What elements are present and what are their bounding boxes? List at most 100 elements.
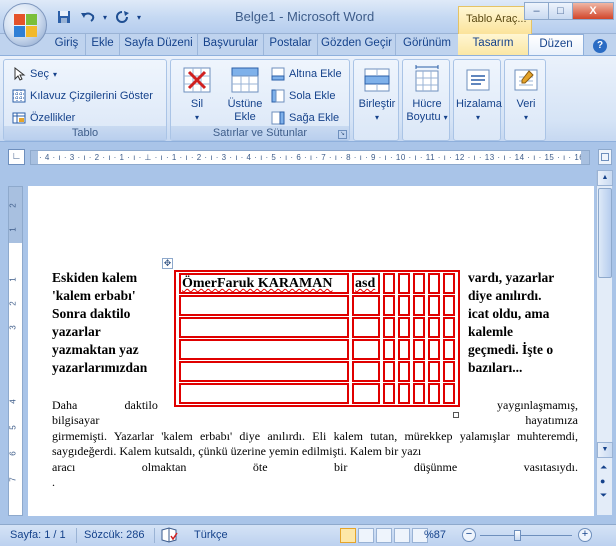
undo-dropdown[interactable]: ▾ <box>103 13 107 22</box>
table-cell[interactable] <box>428 361 440 382</box>
table-cell[interactable] <box>383 339 395 360</box>
view-ruler-button[interactable] <box>598 149 612 165</box>
table-cell[interactable] <box>398 339 410 360</box>
status-divider <box>154 528 155 543</box>
browse-object-button[interactable]: ● <box>600 476 605 486</box>
tab-gorunum[interactable]: Görünüm <box>396 34 458 55</box>
next-page-button[interactable]: ⏷ <box>600 490 607 501</box>
word-table[interactable]: ÖmerFaruk KARAMAN asd <box>174 270 460 407</box>
outline-view-icon[interactable] <box>394 528 410 543</box>
alignment-button[interactable]: Hizalama ▾ <box>456 62 502 124</box>
table-cell[interactable] <box>398 361 410 382</box>
table-cell[interactable]: asd <box>352 273 380 294</box>
scrollbar-thumb[interactable] <box>598 188 612 278</box>
table-cell[interactable] <box>428 273 440 294</box>
save-button[interactable] <box>55 8 73 26</box>
data-button[interactable]: Veri ▾ <box>507 62 545 124</box>
web-layout-view-icon[interactable] <box>376 528 392 543</box>
insert-left-button[interactable]: Sola Ekle <box>271 86 335 106</box>
right-column-text[interactable]: vardı, yazarlar diye anılırdı. icat oldu… <box>468 269 554 377</box>
customize-qat-button[interactable]: ▾ <box>137 13 141 22</box>
table-cell[interactable] <box>179 317 349 338</box>
table[interactable]: ÖmerFaruk KARAMAN asd <box>174 270 460 407</box>
vruler-mark: 7 <box>8 477 18 482</box>
dialog-launcher-icon[interactable]: ↘ <box>338 130 347 139</box>
page-count[interactable]: Sayfa: 1 / 1 <box>10 529 66 541</box>
close-button[interactable]: X <box>572 2 614 20</box>
office-button[interactable] <box>3 3 47 47</box>
zoom-level[interactable]: %87 <box>424 529 446 541</box>
tab-duzen[interactable]: Düzen <box>528 34 584 56</box>
table-cell[interactable] <box>443 317 455 338</box>
zoom-slider[interactable] <box>470 530 580 542</box>
table-move-handle[interactable]: ✥ <box>162 258 173 269</box>
tab-basvurular[interactable]: Başvurular <box>198 34 264 55</box>
maximize-button[interactable]: □ <box>548 2 573 20</box>
table-cell[interactable] <box>179 339 349 360</box>
previous-page-button[interactable]: ⏶ <box>600 462 607 473</box>
table-cell[interactable] <box>398 295 410 316</box>
table-cell[interactable] <box>413 273 425 294</box>
tab-gozden-gecir[interactable]: Gözden Geçir <box>318 34 396 55</box>
left-column-text[interactable]: Eskiden kalem 'kalem erbabı' Sonra dakti… <box>52 269 147 377</box>
table-cell[interactable] <box>413 361 425 382</box>
table-cell[interactable] <box>352 361 380 382</box>
scroll-up-button[interactable]: ▲ <box>597 170 613 186</box>
body-paragraph[interactable]: Daha daktilo yaygınlaşmamış, bilgisayar … <box>52 398 578 490</box>
table-cell[interactable] <box>413 339 425 360</box>
table-cell[interactable] <box>443 361 455 382</box>
word-count[interactable]: Sözcük: 286 <box>84 529 145 541</box>
insert-right-button[interactable]: Sağa Ekle <box>271 108 339 128</box>
proofing-button[interactable] <box>160 527 178 546</box>
document-area[interactable]: Eskiden kalem 'kalem erbabı' Sonra dakti… <box>28 186 594 516</box>
table-cell[interactable] <box>413 295 425 316</box>
table-cell[interactable] <box>352 339 380 360</box>
print-layout-view-icon[interactable] <box>340 528 356 543</box>
document-page[interactable]: Eskiden kalem 'kalem erbabı' Sonra dakti… <box>28 186 594 516</box>
table-cell[interactable] <box>383 317 395 338</box>
tab-sayfa-duzeni[interactable]: Sayfa Düzeni <box>120 34 198 55</box>
zoom-in-button[interactable]: + <box>578 528 592 542</box>
table-cell[interactable] <box>352 295 380 316</box>
tab-stop-selector[interactable]: ∟ <box>8 149 25 165</box>
table-cell[interactable] <box>398 273 410 294</box>
delete-button[interactable]: Sil ▾ <box>177 62 217 124</box>
table-cell[interactable] <box>352 317 380 338</box>
table-cell[interactable] <box>383 295 395 316</box>
scroll-down-button[interactable]: ▼ <box>597 442 613 458</box>
redo-button[interactable] <box>113 8 131 26</box>
select-button[interactable]: Seç ▾ <box>12 64 57 84</box>
table-cell[interactable]: ÖmerFaruk KARAMAN <box>179 273 349 294</box>
show-gridlines-button[interactable]: Kılavuz Çizgilerini Göster <box>12 86 153 106</box>
table-cell[interactable] <box>443 295 455 316</box>
language-indicator[interactable]: Türkçe <box>194 529 228 541</box>
table-cell[interactable] <box>428 339 440 360</box>
merge-button[interactable]: Birleştir ▾ <box>356 62 398 124</box>
table-cell[interactable] <box>398 317 410 338</box>
cell-size-button[interactable]: Hücre Boyutu ▾ <box>405 62 449 124</box>
help-button[interactable]: ? <box>590 36 610 57</box>
insert-above-button[interactable]: Üstüne Ekle <box>223 62 267 124</box>
table-cell[interactable] <box>443 273 455 294</box>
table-cell[interactable] <box>428 295 440 316</box>
insert-below-button[interactable]: Altına Ekle <box>271 64 342 84</box>
tab-ekle[interactable]: Ekle <box>86 34 120 55</box>
horizontal-ruler[interactable]: · 4 · ı · 3 · ı · 2 · ı · 1 · ı · ⊥ · ı … <box>30 150 590 165</box>
table-cell[interactable] <box>179 295 349 316</box>
tab-postalar[interactable]: Postalar <box>264 34 318 55</box>
table-cell[interactable] <box>413 317 425 338</box>
full-screen-reading-view-icon[interactable] <box>358 528 374 543</box>
table-cell[interactable] <box>383 273 395 294</box>
table-cell[interactable] <box>383 361 395 382</box>
table-cell[interactable] <box>428 317 440 338</box>
vertical-scrollbar[interactable]: ▲ ▼ ⏶ ● ⏷ <box>596 170 613 515</box>
minimize-button[interactable]: – <box>524 2 549 20</box>
table-cell[interactable] <box>443 339 455 360</box>
zoom-slider-knob[interactable] <box>513 530 521 541</box>
properties-button[interactable]: Özellikler <box>12 108 75 128</box>
tab-giris[interactable]: Giriş <box>48 34 86 55</box>
tab-tasarim[interactable]: Tasarım <box>458 34 528 55</box>
vertical-ruler[interactable]: 2 1 1 2 3 4 5 6 7 <box>8 186 23 516</box>
undo-button[interactable] <box>79 8 97 26</box>
table-cell[interactable] <box>179 361 349 382</box>
